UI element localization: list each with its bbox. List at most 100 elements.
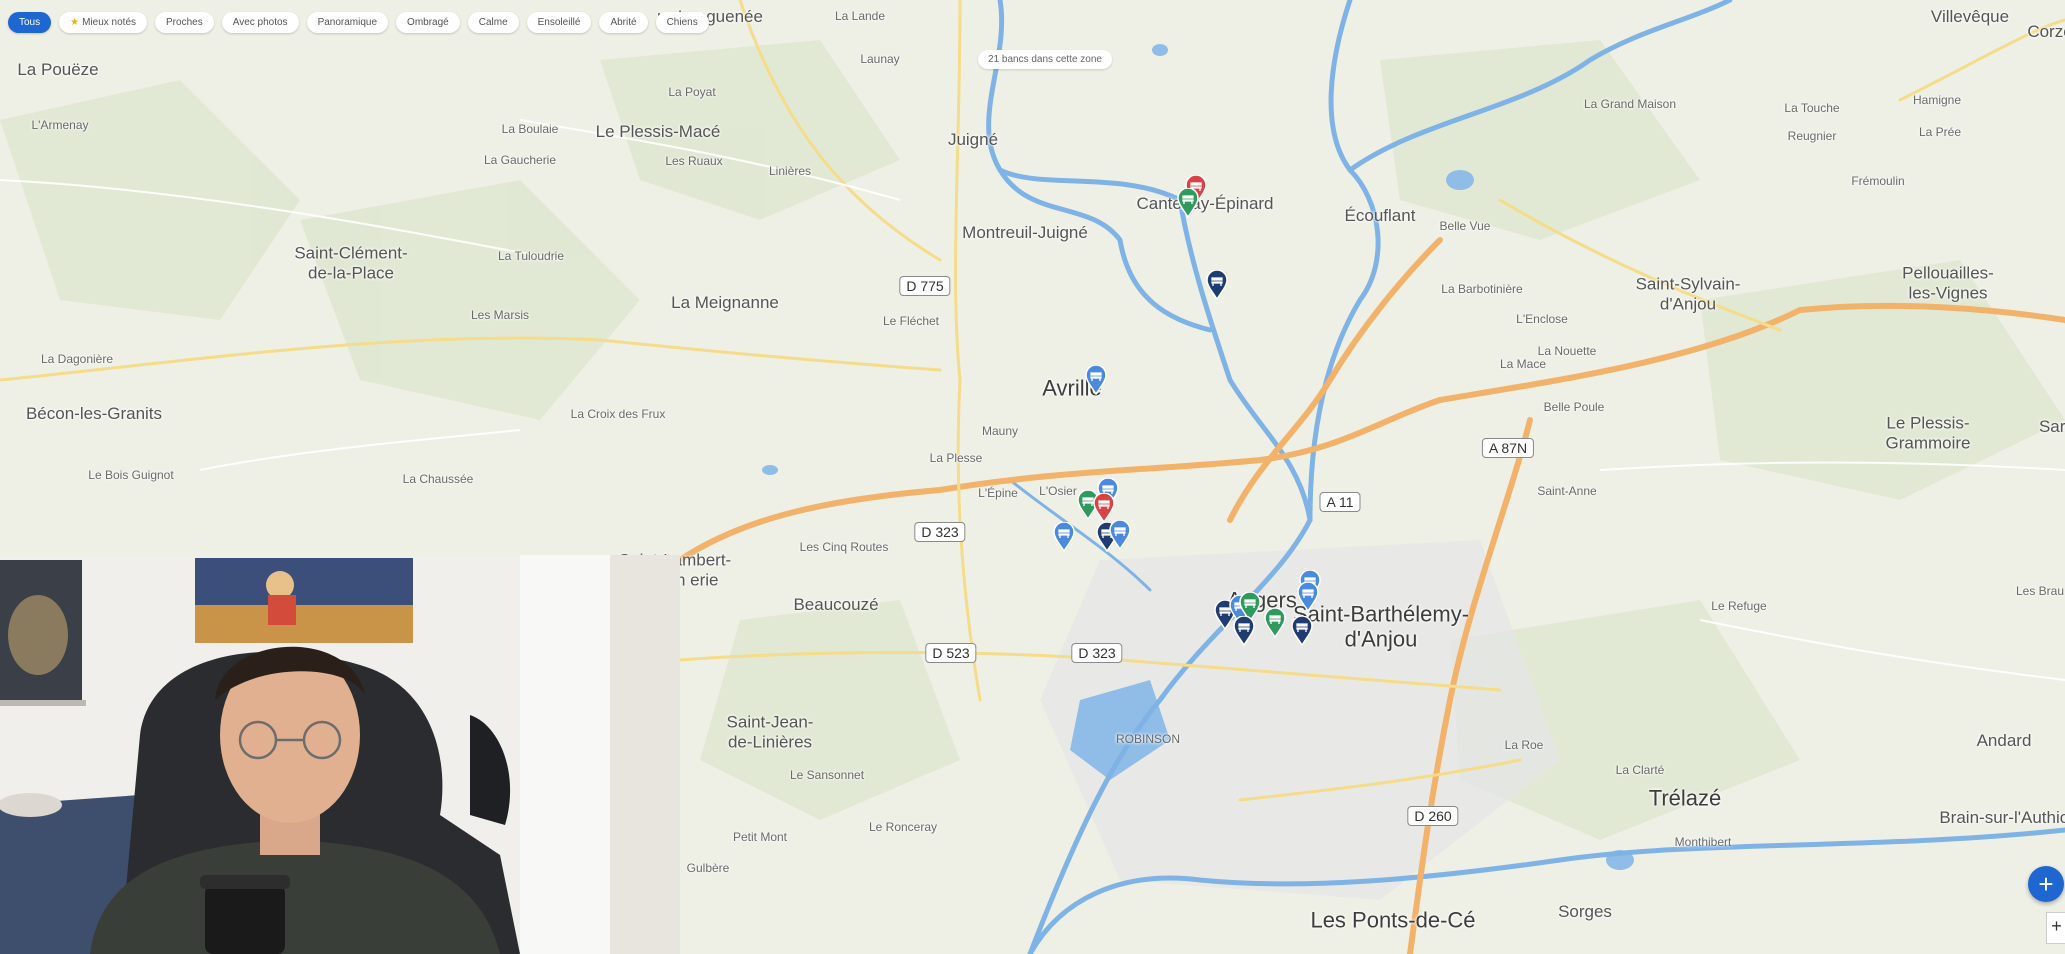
place-label: Saint-Clément- de-la-Place [294, 243, 408, 282]
place-label: L'Osier [1039, 484, 1077, 499]
bench-marker[interactable] [1297, 582, 1319, 612]
filter-chip-label: Calme [478, 17, 508, 28]
place-label: Reugnier [1787, 129, 1837, 144]
filter-chip-label: Ombragé [407, 17, 449, 28]
bench-marker[interactable] [1109, 520, 1131, 550]
place-label: Andard [1976, 731, 2032, 751]
filter-chip-label: Mieux notés [82, 17, 137, 28]
webcam-overlay [0, 555, 680, 954]
place-label: Brain-sur-l'Authion [1939, 808, 2065, 828]
bench-marker[interactable] [1177, 188, 1199, 218]
place-label: La Poyat [668, 85, 716, 100]
place-label: Saint-Barthélemy- d'Anjou [1292, 601, 1470, 652]
place-label: Belle Poule [1543, 400, 1605, 415]
filter-chip-label: Ensoleillé [537, 17, 581, 28]
place-label: La Dagonière [40, 352, 114, 367]
filter-chip-label: Chiens [666, 17, 698, 28]
place-label: Les Ruaux [665, 154, 723, 169]
place-label: La Pouëze [17, 60, 99, 80]
place-label: Sorges [1558, 902, 1612, 922]
filter-chip-label: Abrité [610, 17, 637, 28]
place-label: Le Bois Guignot [88, 468, 174, 483]
place-label: La Boulaie [501, 122, 559, 137]
place-label: Montreuil-Juigné [962, 223, 1088, 243]
filter-chip-0[interactable]: Tous [8, 12, 52, 33]
filter-chip-label: Proches [166, 17, 203, 28]
place-label: La Plesse [929, 451, 983, 466]
place-label: Le Ronceray [868, 820, 938, 835]
place-label: La Chaussée [402, 472, 474, 487]
filter-chip-4[interactable]: Panoramique [306, 12, 389, 33]
filter-chip-label: Panoramique [317, 17, 378, 28]
place-label: Frémoulin [1851, 174, 1905, 189]
place-label: Pellouailles- les-Vignes [1902, 263, 1994, 302]
place-label: Villevêque [1930, 7, 2010, 27]
bench-marker[interactable] [1291, 616, 1313, 646]
road-shield: D 323 [914, 522, 966, 542]
place-label: Les Ponts-de-Cé [1310, 907, 1476, 933]
place-label: La Mace [1499, 357, 1547, 372]
filter-chip-9[interactable]: Chiens [655, 12, 709, 33]
place-label: La Clarté [1615, 763, 1665, 778]
filter-chip-2[interactable]: Proches [155, 12, 214, 33]
place-label: La Grand Maison [1583, 97, 1677, 112]
filter-chip-label: Avec photos [232, 17, 288, 28]
place-label: Le Refuge [1711, 599, 1767, 614]
place-label: L'Enclose [1516, 312, 1568, 327]
place-label: Gulbère [686, 861, 730, 876]
road-shield: D 323 [1071, 643, 1123, 663]
filter-chip-5[interactable]: Ombragé [396, 12, 460, 33]
place-label: Le Fléchet [882, 314, 940, 329]
filter-chip-8[interactable]: Abrité [599, 12, 648, 33]
place-label: Saint-Anne [1537, 484, 1597, 499]
filter-bar: Tous ★ Mieux notés Proches Avec photos Panora… [8, 12, 709, 33]
zoom-in-button[interactable]: + [2046, 912, 2065, 944]
bench-marker[interactable] [1085, 365, 1107, 395]
place-label: Hamigne [1912, 93, 1962, 108]
place-label: Petit Mont [732, 830, 788, 845]
filter-chip-7[interactable]: Ensoleillé [526, 12, 592, 33]
filter-chip-label: Tous [19, 17, 41, 28]
place-label: Saint-Jean- de-Linières [726, 712, 814, 751]
place-label: La Croix des Frux [570, 407, 666, 422]
poster-image-center [195, 558, 413, 643]
place-label: La Prée [1918, 125, 1962, 140]
place-label: Le Plessis- Grammoire [1885, 413, 1971, 452]
place-label: Les Cinq Routes [799, 540, 889, 555]
place-label: Linières [768, 164, 812, 179]
place-label: Corzé [2027, 22, 2065, 42]
place-label: La Touche [1784, 101, 1840, 116]
place-label: Les Marsis [470, 308, 530, 323]
bench-marker[interactable] [1206, 270, 1228, 300]
bench-count-badge: 21 bancs dans cette zone [978, 50, 1112, 69]
bench-marker[interactable] [1093, 493, 1115, 523]
poster-image-left [0, 560, 82, 700]
place-label: Le Plessis-Macé [595, 122, 721, 142]
place-label: La Tuloudrie [497, 249, 565, 264]
place-label: La Roe [1504, 738, 1544, 753]
filter-chip-6[interactable]: Calme [467, 12, 519, 33]
place-label: La Gaucherie [483, 153, 557, 168]
place-label: Le Sansonnet [789, 768, 865, 783]
star-icon: ★ [70, 17, 80, 28]
place-label: Écouflant [1344, 206, 1416, 226]
place-label: L'Armenay [31, 118, 89, 133]
filter-chip-1[interactable]: ★ Mieux notés [59, 12, 148, 33]
add-bench-button[interactable]: + [2028, 866, 2064, 902]
filter-chip-3[interactable]: Avec photos [221, 12, 299, 33]
bench-marker[interactable] [1264, 608, 1286, 638]
place-label: Monthibert [1674, 835, 1732, 850]
place-label: Saint-Sylvain- d'Anjou [1635, 274, 1741, 313]
place-label: Sarr [2038, 417, 2065, 437]
place-label: L'Épine [978, 486, 1018, 501]
place-label: La Lande [834, 9, 886, 24]
bench-marker[interactable] [1053, 522, 1075, 552]
bench-marker[interactable] [1233, 616, 1255, 646]
road-shield: D 260 [1407, 806, 1459, 826]
place-label: Trélazé [1648, 785, 1722, 811]
place-label: Beaucouzé [793, 595, 879, 615]
road-shield: D 775 [899, 276, 951, 296]
place-label: ROBINSON [1115, 732, 1181, 747]
road-shield: A 11 [1319, 492, 1361, 512]
place-label: Launay [860, 52, 900, 67]
